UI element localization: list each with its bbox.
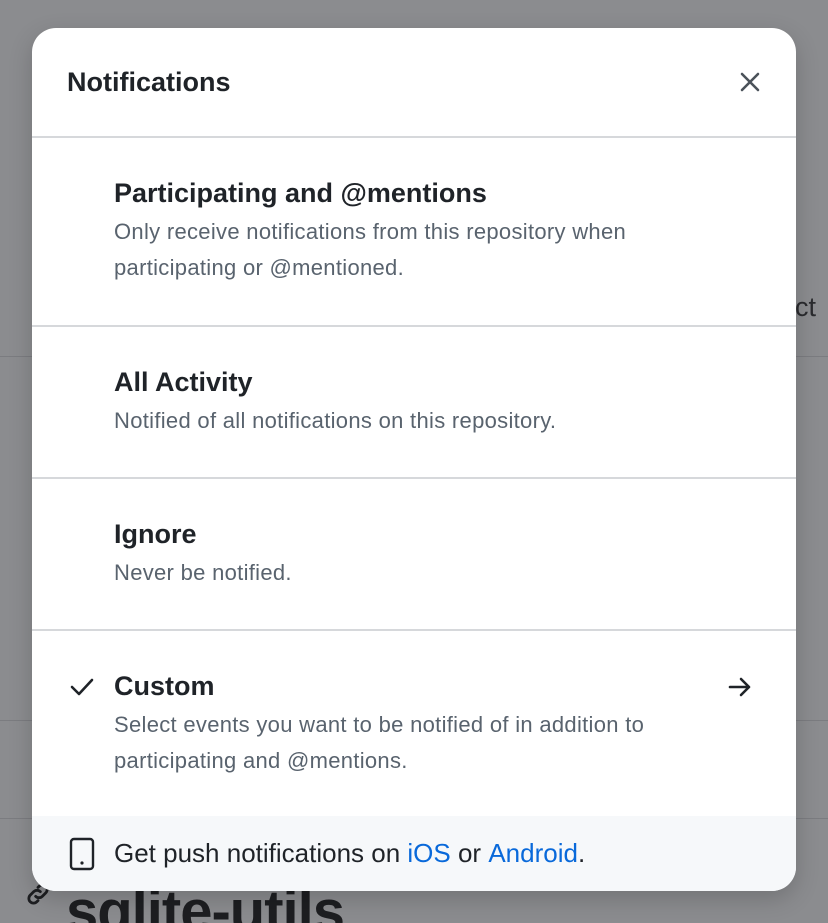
option-all-activity[interactable]: All Activity Notified of all notificatio…	[32, 327, 796, 479]
phone-icon	[69, 837, 95, 870]
option-custom[interactable]: Custom Select events you want to be noti…	[32, 631, 796, 818]
dialog-title: Notifications	[67, 66, 231, 97]
option-title: Ignore	[114, 519, 197, 549]
check-icon	[70, 678, 94, 696]
option-description: Never be notified.	[114, 560, 292, 585]
close-icon	[740, 72, 760, 92]
option-ignore[interactable]: Ignore Never be notified.	[32, 479, 796, 631]
notifications-dialog: Notifications Participating and @mention…	[32, 28, 796, 891]
push-notifications-footer: Get push notifications on iOS or Android…	[32, 816, 796, 891]
footer-text: or	[450, 838, 489, 868]
option-title: Participating and @mentions	[114, 178, 487, 208]
ios-link[interactable]: iOS	[407, 838, 450, 869]
footer-text: .	[577, 838, 586, 868]
option-description: Select events you want to be notified of…	[114, 712, 645, 773]
close-button[interactable]	[730, 62, 770, 102]
option-description: Notified of all notifications on this re…	[114, 408, 557, 433]
android-link[interactable]: Android	[488, 838, 578, 869]
option-title: Custom	[114, 671, 215, 701]
dialog-header: Notifications	[32, 28, 796, 138]
arrow-right-icon[interactable]	[726, 673, 754, 701]
option-title: All Activity	[114, 367, 253, 397]
option-description: Only receive notifications from this rep…	[114, 219, 627, 280]
footer-text: Get push notifications on	[114, 838, 408, 868]
option-participating[interactable]: Participating and @mentions Only receive…	[32, 138, 796, 327]
